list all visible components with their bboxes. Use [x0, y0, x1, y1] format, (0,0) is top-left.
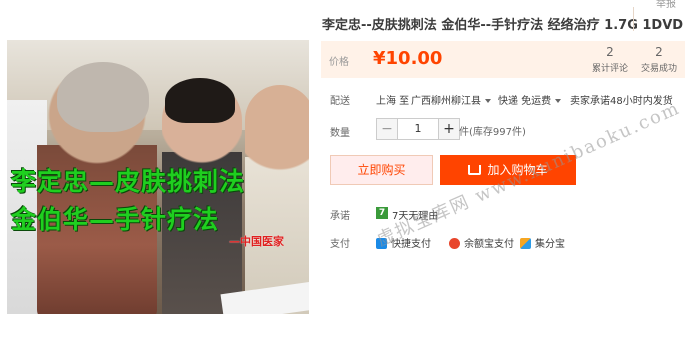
quantity-decrease-button[interactable]: −: [376, 118, 398, 140]
cart-icon: [468, 165, 482, 175]
sales-count-stat[interactable]: 2 交易成功: [634, 45, 684, 74]
sales-count-label: 交易成功: [640, 64, 677, 74]
buy-now-button[interactable]: 立即购买: [330, 155, 433, 185]
chevron-down-icon: [555, 99, 562, 103]
image-caption-line2: 金伯华—手针疗法: [11, 205, 220, 234]
destination-value: 广西柳州柳江县: [411, 96, 481, 107]
product-image[interactable]: 李定忠—皮肤挑刺法 金伯华—手针疗法 —中国医家: [7, 40, 309, 314]
image-figure: [245, 85, 309, 314]
shipping-method-value: 快递 免运费: [498, 96, 552, 107]
product-title: 李定忠--皮肤挑刺法 金伯华--手针疗法 经络治疗 1.7G 1DVD: [322, 18, 684, 33]
payment-label: 支付: [330, 239, 350, 250]
quantity-increase-button[interactable]: +: [438, 118, 460, 140]
review-count-stat[interactable]: 2 累计评论: [585, 45, 635, 74]
jifenbao-icon: [520, 238, 531, 249]
seven-day-return-icon: 7: [376, 207, 388, 219]
destination-select[interactable]: 广西柳州柳江县: [411, 92, 491, 107]
quantity-label: 数量: [330, 128, 350, 139]
yuebao-icon: [449, 238, 460, 249]
quantity-stepper: − 1 +: [376, 118, 460, 140]
chevron-down-icon: [485, 99, 491, 103]
image-caption-line1: 李定忠—皮肤挑刺法: [11, 167, 246, 196]
stat-divider: [633, 7, 634, 31]
payment-method-label: 集分宝: [535, 239, 565, 250]
image-figure: [57, 62, 149, 132]
quantity-input[interactable]: 1: [398, 118, 438, 140]
shipping-method-select[interactable]: 快递 免运费: [498, 92, 562, 107]
review-count: 2: [606, 45, 614, 59]
payment-method-jifenbao[interactable]: 集分宝: [520, 235, 565, 250]
price-value: ¥10.00: [373, 48, 443, 69]
sales-count: 2: [655, 45, 663, 59]
payment-method-label: 余额宝支付: [464, 239, 514, 250]
shipping-label: 配送: [330, 96, 350, 107]
shipping-from: 上海 至: [376, 96, 410, 107]
price-label: 价格: [329, 57, 349, 68]
report-link[interactable]: 举报: [656, 0, 676, 10]
payment-method-yuebao[interactable]: 余额宝支付: [449, 235, 514, 250]
review-count-label: 累计评论: [591, 64, 628, 74]
promise-label: 承诺: [330, 211, 350, 222]
image-figure: [165, 78, 235, 123]
stock-info: 件(库存997件): [459, 127, 526, 138]
image-caption-source: —中国医家: [229, 235, 284, 248]
